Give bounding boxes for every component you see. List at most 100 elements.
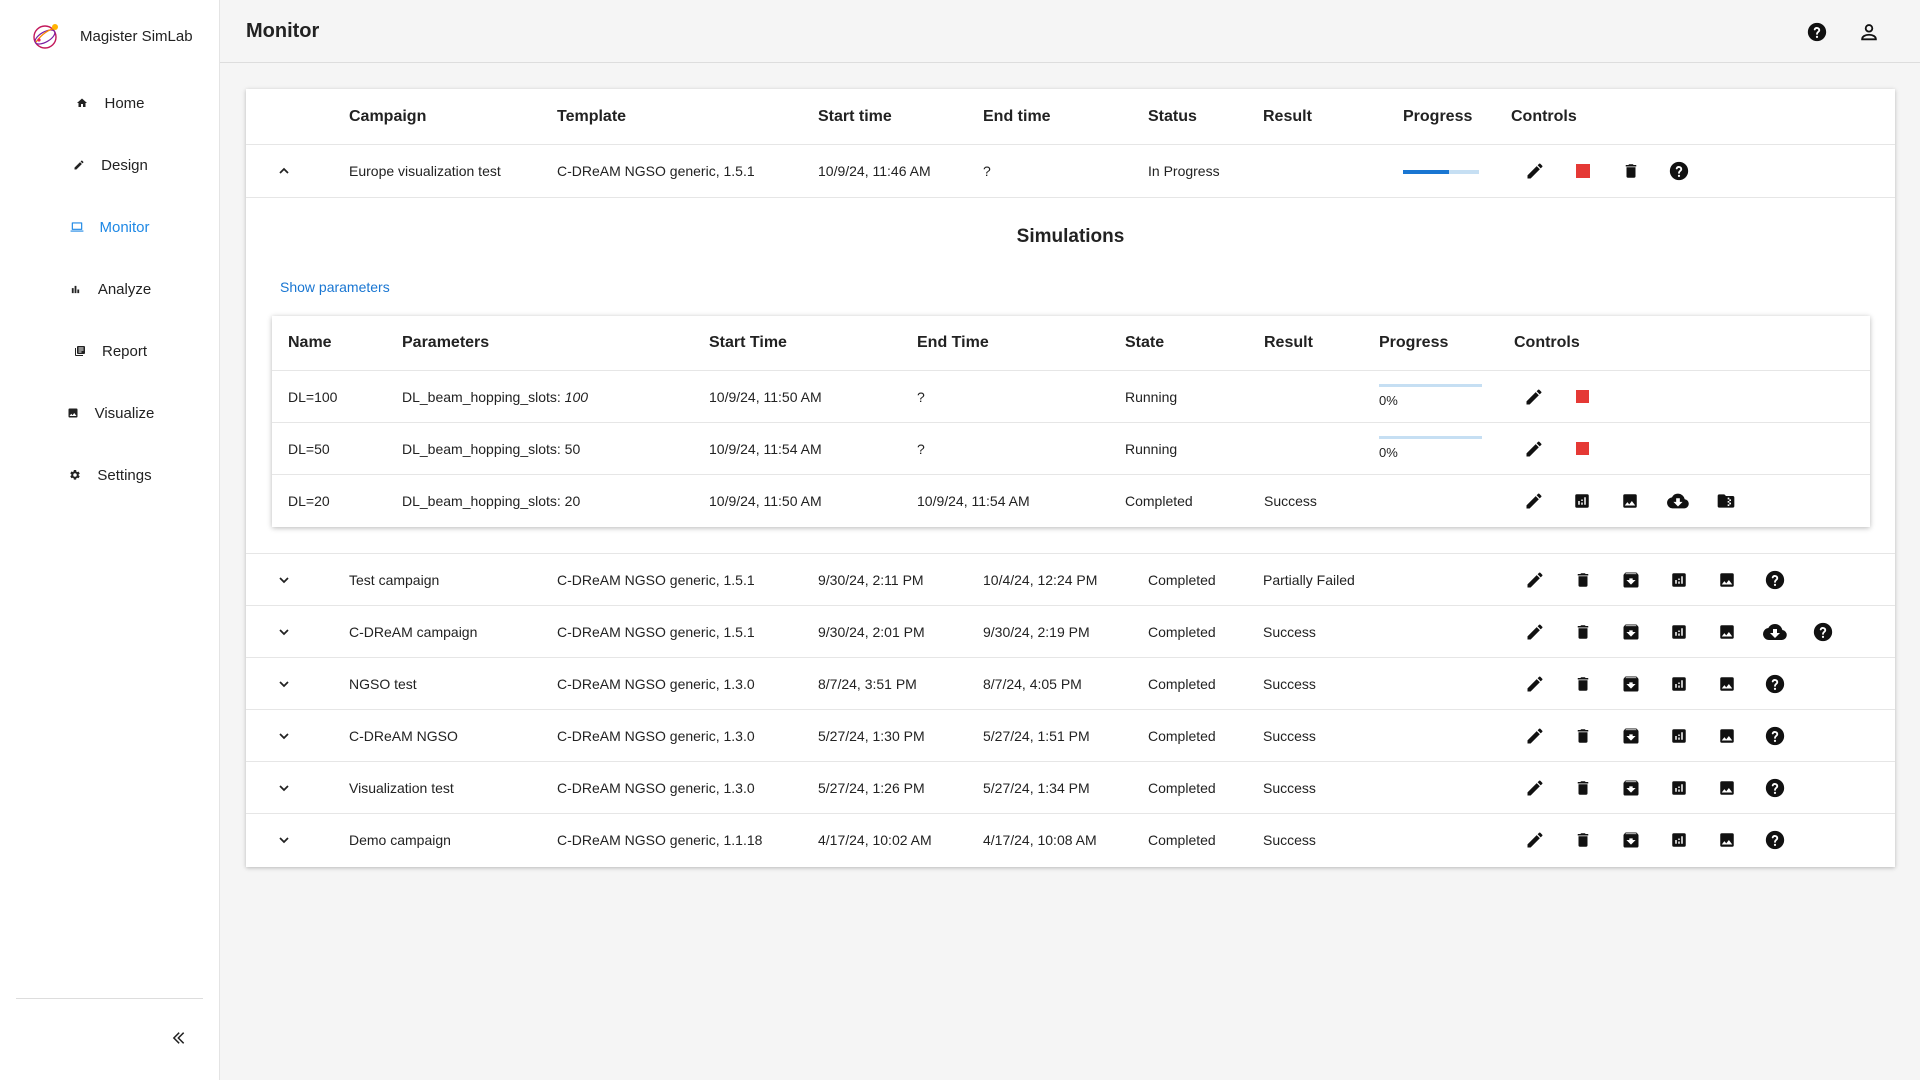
col-result[interactable]: Result: [1263, 89, 1312, 144]
expand-row-button[interactable]: [276, 762, 292, 813]
help-button[interactable]: [1811, 620, 1835, 644]
visualize-button[interactable]: [1715, 724, 1739, 748]
col-end-time[interactable]: End time: [983, 89, 1051, 144]
show-parameters-link[interactable]: Show parameters: [280, 279, 390, 295]
collapse-sidebar-button[interactable]: [168, 1026, 192, 1050]
simulation-row[interactable]: DL=100 DL_beam_hopping_slots: 100 10/9/2…: [272, 371, 1870, 423]
analyze-button[interactable]: [1667, 828, 1691, 852]
visualize-button[interactable]: [1618, 489, 1642, 513]
col-name[interactable]: Name: [288, 316, 332, 370]
visualize-button[interactable]: [1715, 620, 1739, 644]
help-button[interactable]: [1763, 568, 1787, 592]
edit-button[interactable]: [1523, 724, 1547, 748]
col-status[interactable]: Status: [1148, 89, 1197, 144]
expand-row-button[interactable]: [276, 658, 292, 709]
table-row[interactable]: Europe visualization test C-DReAM NGSO g…: [246, 145, 1895, 198]
expand-row-button[interactable]: [276, 554, 292, 605]
table-row[interactable]: Demo campaign C-DReAM NGSO generic, 1.1.1…: [246, 814, 1895, 866]
files-button[interactable]: [1714, 489, 1738, 513]
analyze-button[interactable]: [1667, 568, 1691, 592]
edit-button[interactable]: [1523, 672, 1547, 696]
delete-button[interactable]: [1571, 672, 1595, 696]
archive-button[interactable]: [1619, 568, 1643, 592]
expand-row-button[interactable]: [276, 814, 292, 866]
edit-button[interactable]: [1523, 568, 1547, 592]
help-button[interactable]: [1763, 724, 1787, 748]
col-state[interactable]: State: [1125, 316, 1164, 370]
brand[interactable]: Magister SimLab: [0, 0, 219, 72]
image-icon: [1720, 728, 1734, 743]
edit-button[interactable]: [1523, 776, 1547, 800]
simulation-row[interactable]: DL=50 DL_beam_hopping_slots: 50 10/9/24,…: [272, 423, 1870, 475]
account-button[interactable]: [1857, 20, 1881, 44]
stop-button[interactable]: [1570, 385, 1594, 409]
analyze-button[interactable]: [1667, 724, 1691, 748]
col-template[interactable]: Template: [557, 89, 626, 144]
sidebar-item-monitor[interactable]: Monitor: [0, 196, 219, 258]
expand-row-button[interactable]: [276, 606, 292, 657]
delete-button[interactable]: [1571, 724, 1595, 748]
archive-button[interactable]: [1619, 828, 1643, 852]
table-row[interactable]: Visualization test C-DReAM NGSO generic, …: [246, 762, 1895, 814]
help-button[interactable]: [1763, 672, 1787, 696]
help-button[interactable]: [1763, 776, 1787, 800]
sidebar-item-report[interactable]: Report: [0, 320, 219, 382]
download-button[interactable]: [1763, 620, 1787, 644]
archive-button[interactable]: [1619, 672, 1643, 696]
col-parameters[interactable]: Parameters: [402, 316, 489, 370]
edit-button[interactable]: [1522, 385, 1546, 409]
col-end-time[interactable]: End Time: [917, 316, 989, 370]
visualize-button[interactable]: [1715, 568, 1739, 592]
visualize-button[interactable]: [1715, 828, 1739, 852]
archive-button[interactable]: [1619, 724, 1643, 748]
start-time: 8/7/24, 3:51 PM: [818, 675, 917, 692]
sidebar-item-settings[interactable]: Settings: [0, 444, 219, 506]
image-icon: [1720, 676, 1734, 691]
download-button[interactable]: [1666, 489, 1690, 513]
col-campaign[interactable]: Campaign: [349, 89, 426, 144]
sidebar-item-design[interactable]: Design: [0, 134, 219, 196]
edit-button[interactable]: [1523, 828, 1547, 852]
stop-button[interactable]: [1571, 159, 1595, 183]
delete-button[interactable]: [1571, 828, 1595, 852]
delete-button[interactable]: [1571, 620, 1595, 644]
delete-button[interactable]: [1571, 568, 1595, 592]
edit-button[interactable]: [1523, 620, 1547, 644]
table-row[interactable]: Test campaign C-DReAM NGSO generic, 1.5.1…: [246, 554, 1895, 606]
edit-button[interactable]: [1523, 159, 1547, 183]
edit-button[interactable]: [1522, 437, 1546, 461]
col-start-time[interactable]: Start Time: [709, 316, 787, 370]
analyze-button[interactable]: [1667, 776, 1691, 800]
simulation-row[interactable]: DL=20 DL_beam_hopping_slots: 20 10/9/24,…: [272, 475, 1870, 527]
analyze-button[interactable]: [1667, 620, 1691, 644]
edit-button[interactable]: [1522, 489, 1546, 513]
col-result[interactable]: Result: [1264, 316, 1313, 370]
campaign-name: Test campaign: [349, 571, 440, 588]
analyze-button[interactable]: [1667, 672, 1691, 696]
param-value: 100: [564, 388, 589, 405]
archive-button[interactable]: [1619, 620, 1643, 644]
collapse-row-button[interactable]: [276, 145, 292, 197]
table-row[interactable]: C-DReAM campaign C-DReAM NGSO generic, 1.…: [246, 606, 1895, 658]
col-start-time[interactable]: Start time: [818, 89, 892, 144]
sidebar-item-analyze[interactable]: Analyze: [0, 258, 219, 320]
sidebar-item-visualize[interactable]: Visualize: [0, 382, 219, 444]
help-button[interactable]: [1805, 20, 1829, 44]
visualize-button[interactable]: [1715, 672, 1739, 696]
pencil-icon: [1526, 493, 1542, 509]
stop-button[interactable]: [1570, 437, 1594, 461]
archive-button[interactable]: [1619, 776, 1643, 800]
sim-parameters: DL_beam_hopping_slots: 20: [402, 475, 580, 527]
analyze-button[interactable]: [1570, 489, 1594, 513]
delete-button[interactable]: [1619, 159, 1643, 183]
sidebar-item-home[interactable]: Home: [0, 72, 219, 134]
visualize-button[interactable]: [1715, 776, 1739, 800]
delete-button[interactable]: [1571, 776, 1595, 800]
bar-chart-icon: [68, 281, 84, 297]
help-icon: [1765, 674, 1785, 693]
table-row[interactable]: C-DReAM NGSO C-DReAM NGSO generic, 1.3.0 5…: [246, 710, 1895, 762]
table-row[interactable]: NGSO test C-DReAM NGSO generic, 1.3.0 8/7/…: [246, 658, 1895, 710]
expand-row-button[interactable]: [276, 710, 292, 761]
help-button[interactable]: [1667, 159, 1691, 183]
help-button[interactable]: [1763, 828, 1787, 852]
